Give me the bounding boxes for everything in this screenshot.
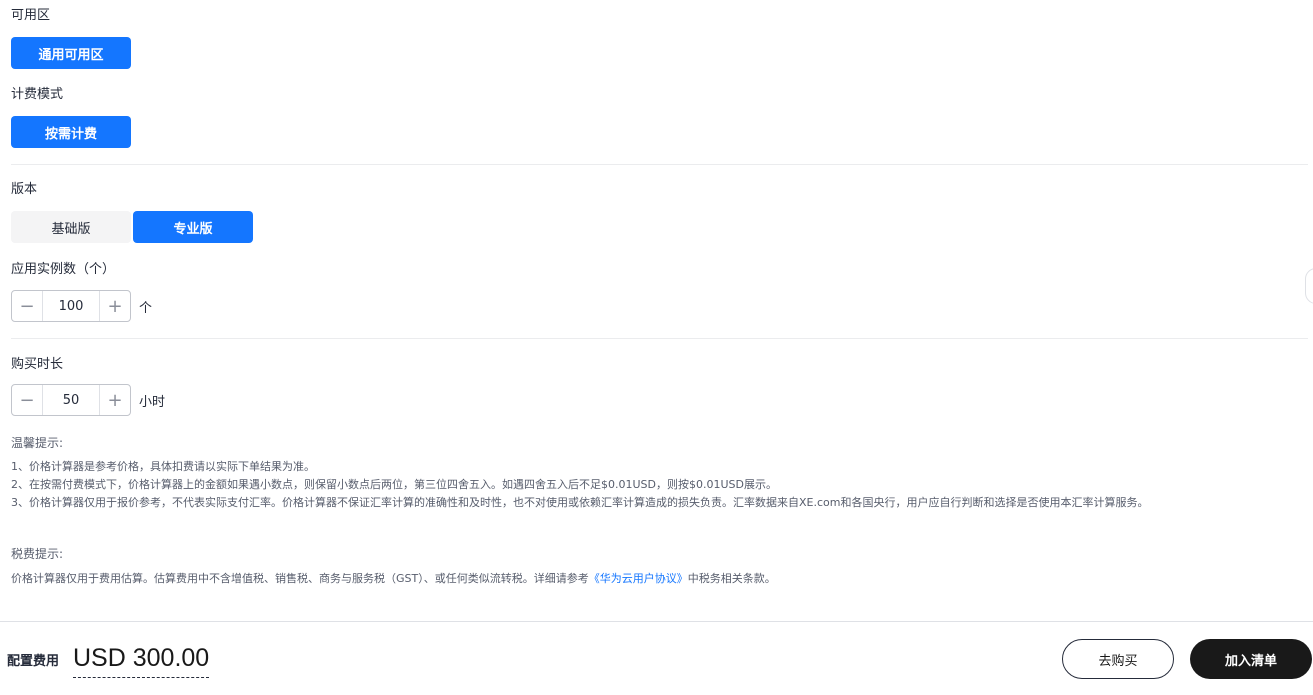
duration-label: 购买时长 [11, 357, 64, 372]
duration-stepper: − + [11, 384, 131, 416]
tip-line: 2、在按需付费模式下，价格计算器上的金额如果遇小数点，则保留小数点后两位，第三位… [11, 478, 777, 491]
tax-text-after: 中税务相关条款。 [687, 572, 776, 585]
edition-basic-button[interactable]: 基础版 [11, 211, 131, 243]
side-collapse-handle[interactable] [1305, 268, 1313, 304]
instances-stepper: − + [11, 290, 131, 322]
minus-icon[interactable]: − [12, 385, 43, 415]
add-to-list-button[interactable]: 加入清单 [1190, 639, 1312, 679]
price-label: 配置费用 [7, 654, 60, 669]
price-value[interactable]: USD 300.00 [73, 642, 210, 678]
buy-button[interactable]: 去购买 [1062, 639, 1174, 679]
duration-input[interactable] [43, 385, 99, 415]
billing-mode-label: 计费模式 [11, 87, 64, 102]
duration-unit: 小时 [139, 395, 166, 410]
tips-title: 温馨提示: [11, 436, 64, 450]
divider [11, 164, 1308, 165]
price-calculator-panel: 可用区 通用可用区 计费模式 按需计费 版本 基础版 专业版 应用实例数（个） … [0, 0, 1313, 695]
tip-line: 1、价格计算器是参考价格，具体扣费请以实际下单结果为准。 [11, 460, 315, 473]
tax-text-before: 价格计算器仅用于费用估算。估算费用中不含增值税、销售税、商务与服务税（GST）、… [11, 572, 589, 585]
instances-input[interactable] [43, 291, 99, 321]
minus-icon[interactable]: − [12, 291, 43, 321]
on-demand-button[interactable]: 按需计费 [11, 116, 131, 148]
footer-divider [0, 621, 1313, 622]
general-zone-button[interactable]: 通用可用区 [11, 37, 131, 69]
edition-label: 版本 [11, 182, 38, 197]
user-agreement-link[interactable]: 《华为云用户协议》 [589, 572, 688, 585]
instances-label: 应用实例数（个） [11, 262, 116, 277]
availability-zone-label: 可用区 [11, 8, 51, 23]
plus-icon[interactable]: + [99, 291, 130, 321]
tax-text: 价格计算器仅用于费用估算。估算费用中不含增值税、销售税、商务与服务税（GST）、… [11, 571, 776, 587]
tip-line: 3、价格计算器仅用于报价参考，不代表实际支付汇率。价格计算器不保证汇率计算的准确… [11, 496, 1149, 509]
divider [11, 338, 1308, 339]
edition-pro-button[interactable]: 专业版 [133, 211, 253, 243]
tax-title: 税费提示: [11, 547, 64, 561]
instances-unit: 个 [139, 301, 153, 316]
plus-icon[interactable]: + [99, 385, 130, 415]
